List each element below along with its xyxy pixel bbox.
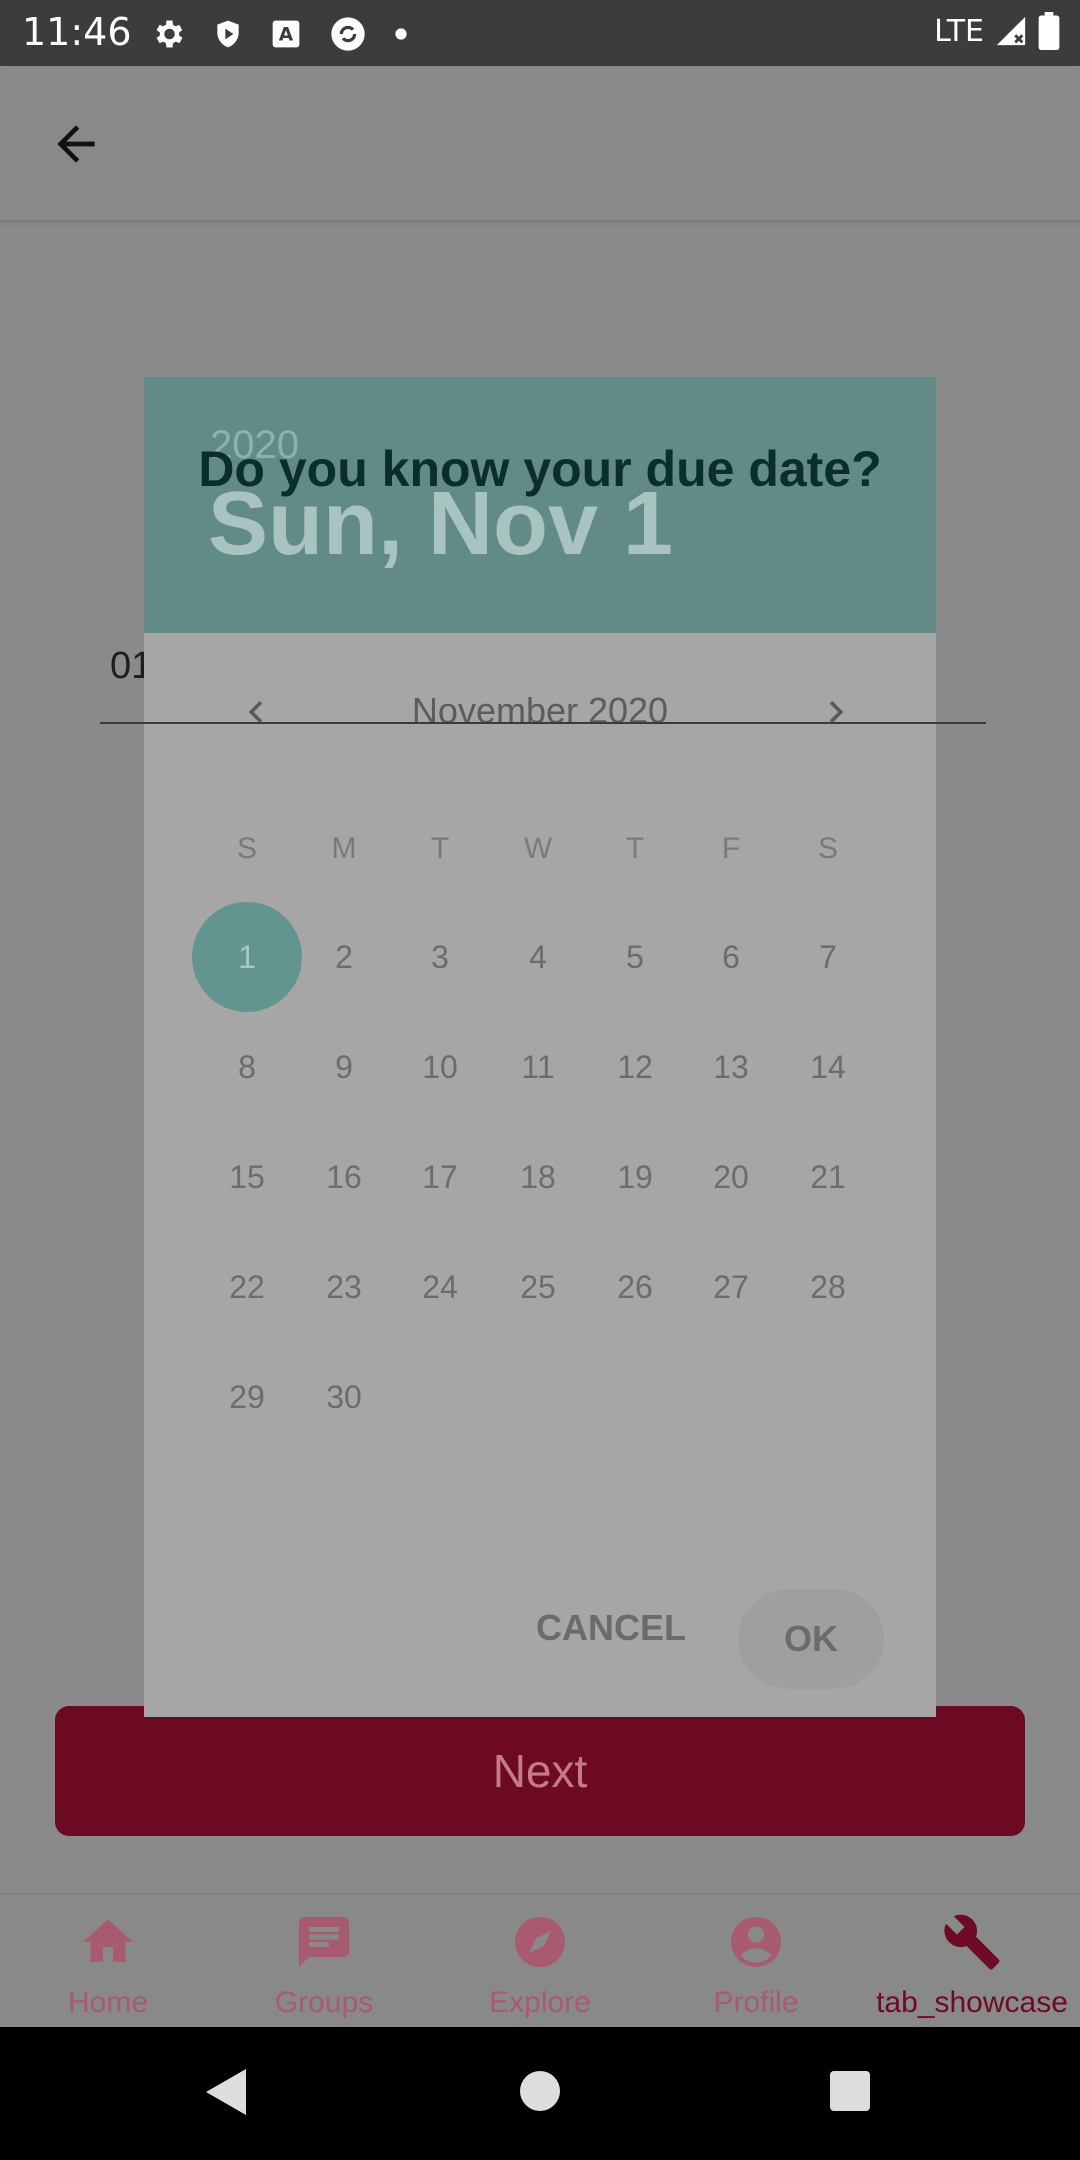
day-cell[interactable]: 26 — [580, 1232, 690, 1342]
day-cell[interactable]: 9 — [289, 1012, 399, 1122]
weekday-label: M — [331, 832, 357, 865]
sync-icon — [331, 17, 365, 51]
nav-groups[interactable]: Groups — [216, 1894, 432, 2028]
weekday-label: T — [430, 832, 450, 865]
chat-icon — [299, 1917, 349, 1967]
weekday-label: W — [523, 832, 553, 865]
nav-label: Home — [67, 1986, 149, 2019]
nav-explore[interactable]: Explore — [432, 1894, 648, 2028]
nav-profile[interactable]: Profile — [648, 1894, 864, 2028]
status-time: 11:46 — [22, 10, 132, 54]
day-cell[interactable]: 23 — [289, 1232, 399, 1342]
day-cell[interactable]: 29 — [192, 1342, 302, 1452]
recents-square-icon[interactable] — [830, 2071, 870, 2111]
day-cell[interactable]: 27 — [676, 1232, 786, 1342]
day-cell[interactable]: 15 — [192, 1122, 302, 1232]
signal-icon — [996, 16, 1026, 46]
dot-icon — [395, 28, 407, 40]
day-cell[interactable]: 25 — [483, 1232, 593, 1342]
wrench-icon — [944, 1914, 1000, 1970]
day-cell[interactable]: 19 — [580, 1122, 690, 1232]
day-cell[interactable]: 6 — [676, 902, 786, 1012]
day-cell[interactable]: 13 — [676, 1012, 786, 1122]
account-icon — [731, 1917, 781, 1967]
nav-label: Explore — [489, 1986, 591, 2019]
date-picker-dialog: 2020 Sun, Nov 1 November 2020 SMTWTFS 12… — [144, 377, 936, 1717]
day-cell[interactable]: 2 — [289, 902, 399, 1012]
status-icons: A — [150, 14, 408, 54]
nav-label: tab_showcase — [876, 1986, 1068, 2019]
chevron-right-icon[interactable] — [814, 690, 858, 734]
settings-icon — [156, 20, 183, 48]
day-cell[interactable]: 28 — [773, 1232, 883, 1342]
day-cell-selected[interactable]: 1 — [192, 902, 302, 1012]
day-cell[interactable]: 4 — [483, 902, 593, 1012]
weekday-label: S — [817, 832, 838, 865]
next-button[interactable]: Next — [55, 1706, 1025, 1836]
nav-tab-showcase[interactable]: tab_showcase — [864, 1894, 1080, 2028]
day-cell[interactable]: 24 — [385, 1232, 495, 1342]
shield-icon — [217, 20, 239, 48]
font-a-icon: A — [272, 20, 300, 48]
day-cell[interactable]: 5 — [580, 902, 690, 1012]
month-navigation: November 2020 — [144, 682, 936, 742]
day-cell[interactable]: 30 — [289, 1342, 399, 1452]
home-circle-icon[interactable] — [518, 2069, 562, 2113]
battery-icon — [1038, 12, 1060, 50]
day-cell[interactable]: 16 — [289, 1122, 399, 1232]
weekday-label: F — [721, 832, 741, 865]
weekday-label: T — [625, 832, 645, 865]
svg-text:A: A — [279, 25, 294, 46]
network-type: LTE — [934, 13, 984, 49]
nav-label: Profile — [713, 1986, 799, 2019]
day-cell[interactable]: 3 — [385, 902, 495, 1012]
day-cell[interactable]: 10 — [385, 1012, 495, 1122]
day-cell[interactable]: 14 — [773, 1012, 883, 1122]
nav-home[interactable]: Home — [0, 1894, 216, 2028]
field-underline — [100, 722, 986, 724]
due-date-question: Do you know your due date? — [198, 441, 882, 497]
cancel-button[interactable]: CANCEL — [536, 1607, 686, 1649]
day-cell[interactable]: 11 — [483, 1012, 593, 1122]
day-cell[interactable]: 18 — [483, 1122, 593, 1232]
compass-icon — [515, 1917, 565, 1967]
day-cell[interactable]: 21 — [773, 1122, 883, 1232]
dialog-header: 2020 Sun, Nov 1 — [144, 377, 936, 633]
app-toolbar — [0, 66, 1080, 220]
back-triangle-icon[interactable] — [204, 2067, 248, 2117]
ok-button[interactable]: OK — [738, 1589, 884, 1689]
nav-label: Groups — [274, 1986, 374, 2019]
day-cell[interactable]: 22 — [192, 1232, 302, 1342]
system-navigation-bar — [0, 2027, 1080, 2160]
status-right: LTE — [934, 12, 1060, 50]
status-bar: 11:46 A LTE — [0, 0, 1080, 66]
home-icon — [83, 1919, 133, 1962]
arrow-back-icon[interactable] — [48, 116, 104, 172]
day-cell[interactable]: 8 — [192, 1012, 302, 1122]
day-cell[interactable]: 17 — [385, 1122, 495, 1232]
day-cell[interactable]: 12 — [580, 1012, 690, 1122]
bottom-navigation: Home Groups Explore Profile tab_showcase — [0, 1893, 1080, 2028]
day-cell[interactable]: 7 — [773, 902, 883, 1012]
weekday-label: S — [236, 832, 257, 865]
day-cell[interactable]: 20 — [676, 1122, 786, 1232]
